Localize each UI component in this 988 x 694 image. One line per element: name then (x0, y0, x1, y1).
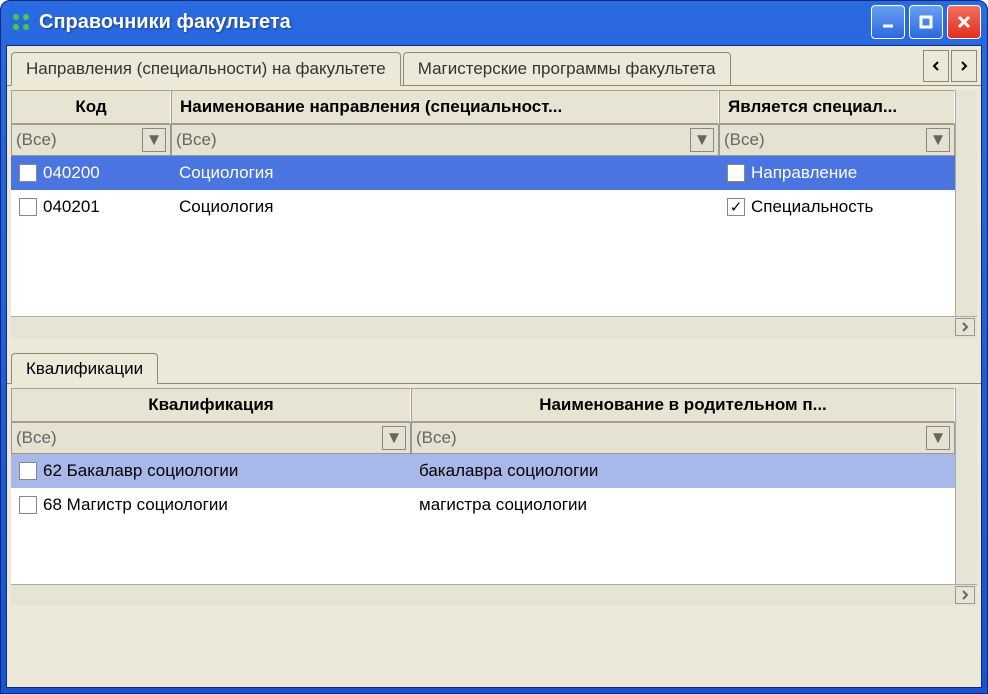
cell-spec: Направление (751, 163, 857, 183)
filter-code[interactable]: (Все)▼ (11, 124, 171, 156)
tab-qualifications[interactable]: Квалификации (11, 353, 158, 384)
chevron-down-icon[interactable]: ▼ (926, 128, 950, 152)
cell-genitive: бакалавра социологии (411, 457, 955, 485)
vertical-scrollbar[interactable] (955, 388, 977, 584)
chevron-down-icon[interactable]: ▼ (926, 426, 950, 450)
app-icon (11, 12, 31, 32)
chevron-down-icon[interactable]: ▼ (142, 128, 166, 152)
directions-grid-header: Код Наименование направления (специально… (11, 90, 955, 124)
minimize-button[interactable] (871, 5, 905, 39)
window-title: Справочники факультета (39, 11, 871, 34)
directions-filter-row: (Все)▼ (Все)▼ (Все)▼ (11, 124, 955, 156)
qualifications-rows: 62 Бакалавр социологии бакалавра социоло… (11, 454, 955, 584)
maximize-button[interactable] (909, 5, 943, 39)
window-frame: Справочники факультета Направления (спец… (0, 0, 988, 694)
cell-qual: 62 Бакалавр социологии (43, 461, 238, 481)
tab-directions[interactable]: Направления (специальности) на факультет… (11, 52, 401, 86)
titlebar[interactable]: Справочники факультета (1, 1, 987, 43)
table-row[interactable]: 040201 Социология Специальность (11, 190, 955, 224)
cell-name: Социология (171, 193, 719, 221)
column-header-name[interactable]: Наименование направления (специальност..… (171, 90, 719, 124)
directions-grid: Код Наименование направления (специально… (11, 90, 977, 338)
scroll-right-icon[interactable] (955, 318, 975, 336)
tab-bar: Направления (специальности) на факультет… (7, 46, 981, 86)
tab-scroll-left[interactable] (923, 50, 949, 82)
checkbox[interactable] (19, 198, 37, 216)
checkbox[interactable] (19, 496, 37, 514)
column-header-code[interactable]: Код (11, 90, 171, 124)
table-row[interactable]: 62 Бакалавр социологии бакалавра социоло… (11, 454, 955, 488)
cell-spec: Специальность (751, 197, 873, 217)
filter-spec[interactable]: (Все)▼ (719, 124, 955, 156)
filter-qual[interactable]: (Все)▼ (11, 422, 411, 454)
checkbox[interactable] (19, 462, 37, 480)
checkbox[interactable] (727, 198, 745, 216)
cell-genitive: магистра социологии (411, 491, 955, 519)
window-controls (871, 5, 981, 39)
checkbox[interactable] (727, 164, 745, 182)
table-row[interactable]: 040200 Социология Направление (11, 156, 955, 190)
chevron-down-icon[interactable]: ▼ (382, 426, 406, 450)
close-button[interactable] (947, 5, 981, 39)
vertical-scrollbar[interactable] (955, 90, 977, 316)
client-area: Направления (специальности) на факультет… (6, 45, 982, 688)
tab-scroll-right[interactable] (951, 50, 977, 82)
filter-name[interactable]: (Все)▼ (171, 124, 719, 156)
cell-code: 040201 (43, 197, 100, 217)
checkbox[interactable] (19, 164, 37, 182)
chevron-down-icon[interactable]: ▼ (690, 128, 714, 152)
cell-qual: 68 Магистр социологии (43, 495, 228, 515)
column-header-genitive[interactable]: Наименование в родительном п... (411, 388, 955, 422)
qualifications-grid: Квалификация Наименование в родительном … (11, 388, 977, 606)
directions-rows: 040200 Социология Направление 040201 Соц… (11, 156, 955, 316)
tab-scroll-buttons (923, 50, 977, 82)
column-header-qual[interactable]: Квалификация (11, 388, 411, 422)
qualifications-filter-row: (Все)▼ (Все)▼ (11, 422, 955, 454)
cell-code: 040200 (43, 163, 100, 183)
table-row[interactable]: 68 Магистр социологии магистра социологи… (11, 488, 955, 522)
scroll-right-icon[interactable] (955, 586, 975, 604)
cell-name: Социология (171, 159, 719, 187)
tab-masters[interactable]: Магистерские программы факультета (403, 52, 731, 85)
sub-tab-bar: Квалификации (7, 348, 981, 384)
column-header-spec[interactable]: Является специал... (719, 90, 955, 124)
qualifications-grid-header: Квалификация Наименование в родительном … (11, 388, 955, 422)
filter-genitive[interactable]: (Все)▼ (411, 422, 955, 454)
horizontal-scrollbar[interactable] (11, 584, 977, 606)
horizontal-scrollbar[interactable] (11, 316, 977, 338)
